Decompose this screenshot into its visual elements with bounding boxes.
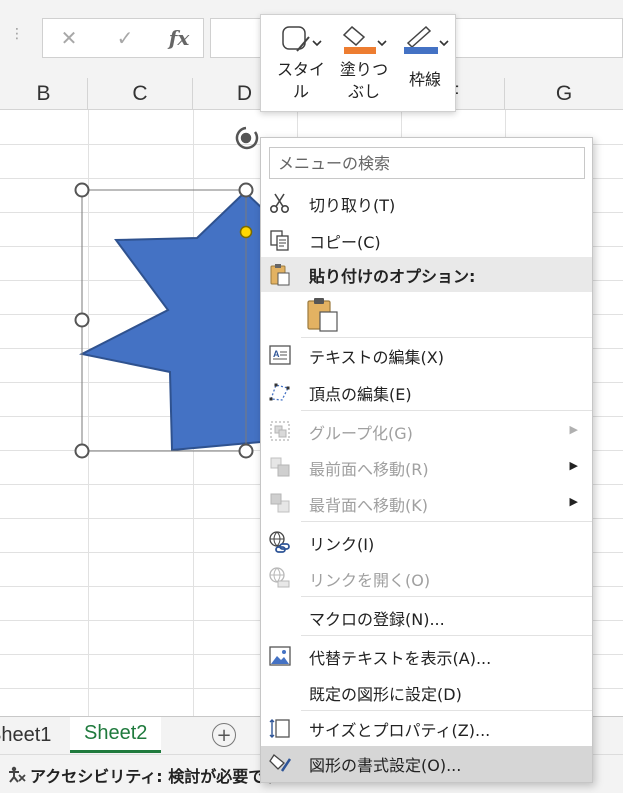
menu-item-edit-points[interactable]: 頂点の編集(E) — [261, 375, 592, 409]
shape-outline-label: 枠線 — [408, 70, 441, 89]
shape-style-button[interactable]: スタイ ル — [273, 23, 329, 103]
mini-toolbar: スタイ ル 塗りつ ぶし 枠線 — [260, 14, 456, 112]
format-shape-icon — [269, 754, 292, 772]
group-icon — [270, 421, 290, 441]
menu-item-link-label: リンク(I) — [309, 535, 375, 554]
context-menu: 切り取り(T) コピー(C) 貼り付けのオプション: A テキストの編集( — [260, 137, 593, 783]
menu-item-send-to-back[interactable]: 最背面へ移動(K) ▶ — [261, 486, 592, 520]
menu-item-open-link-label: リンクを開く(O) — [309, 571, 431, 590]
menu-item-size-properties-label: サイズとプロパティ(Z)... — [309, 721, 491, 740]
resize-handle-top[interactable] — [238, 182, 254, 198]
enter-icon[interactable]: ✓ — [105, 23, 145, 53]
menu-item-alt-text-label: 代替テキストを表示(A)... — [309, 649, 492, 668]
shape-fill-label: 塗りつ — [339, 60, 389, 79]
menu-item-cut[interactable]: 切り取り(T) — [261, 186, 592, 220]
shape-fill-label-2: ぶし — [347, 82, 380, 101]
paste-options-header: 貼り付けのオプション: — [261, 257, 592, 292]
add-sheet-icon[interactable]: + — [212, 723, 236, 747]
link-icon — [269, 531, 290, 553]
menu-separator — [301, 410, 592, 411]
menu-separator — [301, 596, 592, 597]
menu-item-group-label: グループ化(G) — [309, 424, 413, 443]
resize-handle-bottom-left[interactable] — [74, 443, 90, 459]
submenu-arrow-icon: ▶ — [569, 423, 578, 436]
paint-bucket-icon — [342, 25, 387, 54]
menu-item-format-shape-label: 図形の書式設定(O)... — [309, 756, 462, 775]
send-to-back-icon — [270, 493, 290, 513]
tab-sheet1[interactable]: Sheet1 — [0, 717, 51, 753]
adjustment-handle[interactable] — [239, 225, 253, 239]
menu-separator — [301, 521, 592, 522]
copy-icon — [270, 230, 289, 251]
shape-style-icon — [282, 26, 322, 52]
submenu-arrow-icon[interactable]: ▶ — [570, 495, 578, 508]
shape-fill-button[interactable]: 塗りつ ぶし — [335, 23, 393, 103]
menu-item-cut-label: 切り取り(T) — [309, 196, 396, 215]
accessibility-icon — [9, 766, 26, 783]
size-properties-icon — [269, 719, 290, 738]
submenu-arrow-icon[interactable]: ▶ — [570, 459, 578, 472]
menu-item-open-link[interactable]: リンクを開く(O) — [261, 561, 592, 595]
menu-item-size-properties[interactable]: サイズとプロパティ(Z)... — [261, 711, 592, 745]
menu-item-group[interactable]: グループ化(G) ▶ — [261, 414, 592, 448]
menu-item-edit-text-label: テキストの編集(X) — [309, 348, 444, 367]
svg-text:A: A — [273, 349, 280, 359]
edit-points-icon — [269, 383, 290, 401]
edit-text-icon: A — [269, 345, 291, 365]
shape-outline-button[interactable]: 枠線 — [397, 23, 453, 91]
column-header-g[interactable]: G — [505, 78, 623, 109]
menu-item-send-to-back-label: 最背面へ移動(K) — [309, 496, 428, 515]
menu-item-bring-to-front[interactable]: 最前面へ移動(R) ▶ — [261, 450, 592, 484]
cancel-icon[interactable]: ✕ — [49, 23, 89, 53]
paste-options-label: 貼り付けのオプション: — [309, 267, 476, 286]
shape-style-label: スタイ — [276, 60, 325, 79]
menu-item-copy-label: コピー(C) — [309, 233, 381, 252]
menu-item-link[interactable]: リンク(I) — [261, 525, 592, 559]
menu-item-edit-text[interactable]: A テキストの編集(X) — [261, 338, 592, 372]
menu-item-bring-to-front-label: 最前面へ移動(R) — [309, 460, 429, 479]
paste-clipboard-icon — [307, 298, 338, 332]
column-header-b[interactable]: B — [0, 78, 88, 109]
pen-icon — [404, 25, 449, 54]
column-header-c[interactable]: C — [88, 78, 193, 109]
paste-option-button[interactable] — [305, 295, 341, 333]
menu-item-set-default-shape-label: 既定の図形に設定(D) — [309, 685, 462, 704]
clipboard-icon — [270, 264, 290, 286]
scissors-icon — [269, 193, 290, 214]
menu-item-set-default-shape[interactable]: 既定の図形に設定(D) — [261, 675, 592, 709]
menu-item-edit-points-label: 頂点の編集(E) — [309, 385, 412, 404]
bring-to-front-icon — [270, 457, 290, 477]
open-link-icon — [269, 567, 290, 588]
grip-handle[interactable]: ⋮ — [10, 26, 24, 42]
resize-handle-top-left[interactable] — [74, 182, 90, 198]
formula-buttons: ✕ ✓ fx — [42, 18, 204, 58]
menu-item-assign-macro-label: マクロの登録(N)... — [309, 610, 445, 629]
menu-item-assign-macro[interactable]: マクロの登録(N)... — [261, 600, 592, 634]
rotate-handle-icon[interactable] — [235, 126, 259, 150]
menu-item-format-shape[interactable]: 図形の書式設定(O)... — [261, 746, 592, 782]
resize-handle-bottom[interactable] — [238, 443, 254, 459]
tab-sheet2[interactable]: Sheet2 — [70, 717, 162, 753]
menu-search-input[interactable] — [269, 147, 585, 179]
menu-separator — [301, 635, 592, 636]
insert-function-icon[interactable]: fx — [159, 23, 199, 53]
accessibility-status[interactable]: アクセシビリティ: 検討が必要です — [30, 763, 280, 787]
menu-item-copy[interactable]: コピー(C) — [261, 223, 592, 257]
shape-style-label-2: ル — [292, 82, 309, 101]
resize-handle-left[interactable] — [74, 312, 90, 328]
alt-text-icon — [269, 646, 291, 666]
menu-item-alt-text[interactable]: 代替テキストを表示(A)... — [261, 639, 592, 673]
